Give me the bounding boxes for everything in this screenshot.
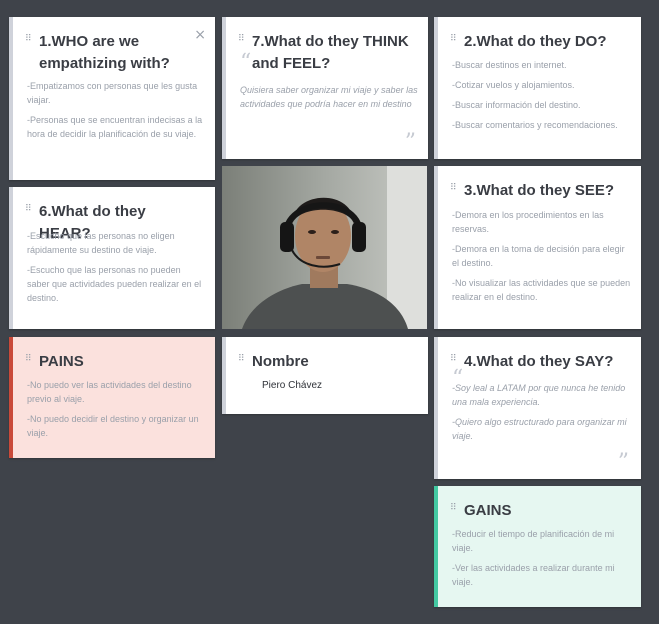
quote-open-icon: “: [240, 50, 252, 75]
list-item: -Escucho que las personas no eligen rápi…: [27, 231, 175, 255]
drag-handle-icon[interactable]: ⠿: [450, 504, 460, 522]
card-title: PAINS: [39, 353, 84, 370]
card-who[interactable]: ⠿ 1.WHO are we empathizing with? × -Empa…: [9, 17, 215, 180]
list-item: -Demora en los procedimientos en las res…: [452, 210, 604, 234]
list-item: -Soy leal a LATAM por que nunca he tenid…: [452, 383, 626, 407]
card-title: 7.What do they THINK and FEEL?: [252, 33, 409, 72]
list-item: -No puedo decidir el destino y organizar…: [27, 414, 199, 438]
close-icon[interactable]: ×: [194, 27, 206, 43]
list-item: -Buscar comentarios y recomendaciones.: [452, 120, 618, 130]
drag-handle-icon[interactable]: ⠿: [450, 35, 460, 53]
card-gains[interactable]: ⠿ GAINS -Reducir el tiempo de planificac…: [434, 486, 641, 607]
drag-handle-icon[interactable]: ⠿: [25, 355, 35, 373]
list-item: -Personas que se encuentran indecisas a …: [27, 115, 203, 139]
card-title: 3.What do they SEE?: [464, 182, 615, 199]
list-item: -Reducir el tiempo de planificación de m…: [452, 529, 615, 553]
list-item: -Cotizar vuelos y alojamientos.: [452, 80, 575, 90]
list-item: -No puedo ver las actividades del destin…: [27, 380, 192, 404]
quote-close-icon: ”: [617, 450, 629, 475]
card-pains[interactable]: ⠿ PAINS -No puedo ver las actividades de…: [9, 337, 215, 458]
webcam-video: [222, 166, 427, 329]
list-item: -No visualizar las actividades que se pu…: [452, 278, 631, 302]
list-item: -Buscar información del destino.: [452, 100, 581, 110]
card-name[interactable]: ⠿ Nombre Piero Chávez: [222, 337, 428, 414]
drag-handle-icon[interactable]: ⠿: [238, 355, 248, 373]
list-item: -Ver las actividades a realizar durante …: [452, 563, 615, 587]
person-name: Piero Chávez: [262, 380, 323, 391]
card-title: 1.WHO are we empathizing with?: [39, 33, 170, 72]
card-title: 4.What do they SAY?: [464, 353, 614, 370]
list-item: -Demora en la toma de decisión para eleg…: [452, 244, 625, 268]
list-item: -Escucho que las personas no pueden sabe…: [27, 265, 202, 303]
drag-handle-icon[interactable]: ⠿: [450, 184, 460, 202]
card-think-feel[interactable]: ⠿ 7.What do they THINK and FEEL? “ Quisi…: [222, 17, 428, 159]
card-title: 2.What do they DO?: [464, 33, 607, 50]
person-photo: [222, 166, 427, 329]
list-item: -Buscar destinos en internet.: [452, 60, 567, 70]
quote-close-icon: ”: [404, 130, 416, 155]
list-item: Quisiera saber organizar mi viaje y sabe…: [240, 85, 418, 109]
list-item: -Quiero algo estructurado para organizar…: [452, 417, 627, 441]
drag-handle-icon[interactable]: ⠿: [25, 35, 35, 75]
card-see[interactable]: ⠿ 3.What do they SEE? -Demora en los pro…: [434, 166, 641, 329]
card-title: GAINS: [464, 502, 512, 519]
card-do[interactable]: ⠿ 2.What do they DO? -Buscar destinos en…: [434, 17, 641, 159]
list-item: -Empatizamos con personas que les gusta …: [27, 81, 198, 105]
card-hear[interactable]: ⠿ 6.What do they HEAR? -Escucho que las …: [9, 187, 215, 329]
card-title: Nombre: [252, 353, 309, 370]
card-say[interactable]: ⠿ 4.What do they SAY? “ -Soy leal a LATA…: [434, 337, 641, 479]
